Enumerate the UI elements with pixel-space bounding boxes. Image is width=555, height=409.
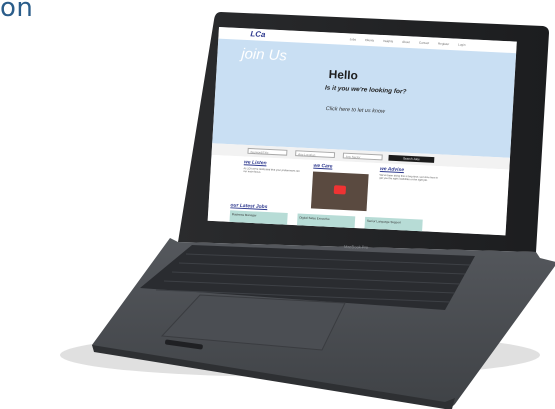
site-logo[interactable]: LCa [250, 30, 266, 39]
job-card-title: Digital Sales Executive [299, 215, 330, 221]
play-icon[interactable] [333, 185, 347, 195]
hero-banner: join Us Hello Is it you we're looking fo… [212, 38, 517, 158]
nav-link-jobs[interactable]: Jobs [350, 37, 357, 41]
keyword-input[interactable]: Keyword/Title [247, 147, 288, 156]
laptop-screen: LCa Jobs Clients Insights About Contact … [207, 27, 517, 236]
column-text: We've been doing this a long time; we kn… [379, 173, 438, 183]
nav-link-login[interactable]: Login [458, 43, 466, 47]
column-title: we Care [313, 162, 333, 170]
hero-hello: Hello [328, 67, 359, 83]
hero-join-text: join Us [240, 45, 288, 65]
nav-link-about[interactable]: About [402, 40, 410, 44]
location-select[interactable]: Any Location [295, 150, 336, 159]
hero-subtitle: Is it you we're looking for? [324, 84, 407, 96]
job-card-title: Senior Language Support [366, 218, 401, 225]
column-care: we Care [313, 163, 373, 172]
nav-link-insights[interactable]: Insights [383, 39, 393, 43]
video-thumbnail[interactable] [310, 171, 369, 212]
nav-link-clients[interactable]: Clients [365, 38, 374, 42]
job-card-title: Business Manager [231, 212, 257, 218]
latest-jobs-title: our Latest Jobs [230, 202, 268, 211]
column-text: At LCA we're dedicated that your prefere… [243, 167, 300, 175]
column-advise: we Advise We've been doing this a long t… [379, 166, 439, 183]
nav-link-register[interactable]: Register [438, 42, 449, 46]
laptop-brand: MacBook Pro [344, 244, 369, 250]
nav-link-contact[interactable]: Contact [419, 41, 429, 45]
search-jobs-button[interactable]: Search Jobs [388, 154, 435, 163]
sector-select[interactable]: Any Sector [342, 152, 383, 161]
hero-cta-link[interactable]: Click here to let us know [326, 106, 386, 115]
column-listen: we Listen At LCA we're dedicated that yo… [243, 159, 303, 176]
